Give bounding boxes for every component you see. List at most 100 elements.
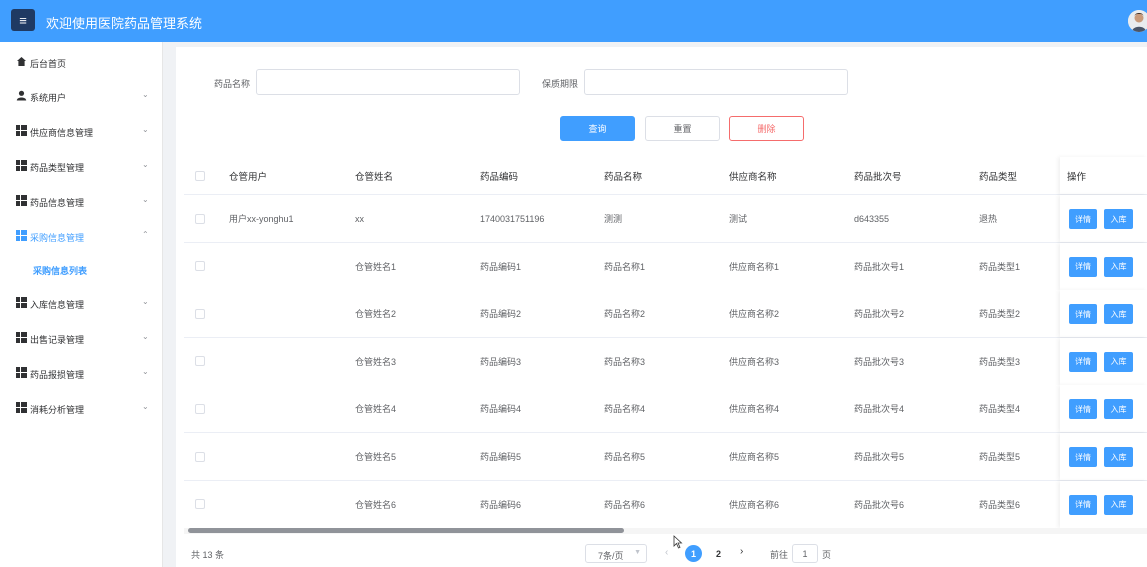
table-row: 仓管姓名1 药品编码1 药品名称1 供应商名称1 药品批次号1 药品类型1 详情 入库	[184, 242, 1147, 291]
chevron-down-icon: ⌄	[142, 195, 149, 204]
table-row: 仓管姓名5 药品编码5 药品名称5 供应商名称5 药品批次号5 药品类型5 详情 入库	[184, 433, 1147, 481]
sidebar-item-label: 药品报损管理	[30, 370, 85, 380]
stock-in-button[interactable]: 入库	[1104, 209, 1133, 229]
page-size-value: 7条/页	[598, 551, 624, 561]
row-checkbox[interactable]	[195, 499, 205, 510]
op-cell: 详情 入库	[1060, 195, 1147, 242]
detail-button[interactable]: 详情	[1069, 304, 1097, 325]
expiry-input[interactable]	[584, 69, 848, 95]
select-all-checkbox[interactable]	[195, 170, 205, 181]
table-cell: 药品名称1	[604, 261, 646, 272]
chevron-down-icon: ▼	[634, 549, 641, 556]
stock-in-button[interactable]: 入库	[1104, 494, 1133, 515]
sidebar-item-label: 消耗分析管理	[30, 405, 85, 415]
op-cell: 详情 入库	[1060, 242, 1147, 290]
table-cell: 1740031751196	[480, 213, 545, 224]
table-cell: 用户xx-yonghu1	[229, 214, 294, 224]
goto-label: 前往	[770, 550, 789, 560]
chevron-down-icon: ⌄	[142, 367, 149, 376]
table-cell: 供应商名称5	[729, 452, 780, 462]
op-cell: 详情 入库	[1060, 480, 1147, 528]
stock-in-button[interactable]: 入库	[1104, 351, 1133, 372]
sidebar-item-4[interactable]: 药品信息管理 ⌄	[0, 184, 162, 218]
table-cell: 药品类型2	[979, 309, 1021, 320]
table-cell: 仓管姓名2	[355, 309, 397, 320]
column-header: 仓管姓名	[355, 171, 394, 183]
stock-in-button[interactable]: 入库	[1104, 256, 1133, 277]
sidebar-item-2[interactable]: 供应商信息管理 ⌄	[0, 114, 162, 148]
table-row: 仓管姓名6 药品编码6 药品名称6 供应商名称6 药品批次号6 药品类型6 详情 入库	[184, 480, 1147, 529]
row-checkbox[interactable]	[195, 451, 205, 462]
sidebar-item-8[interactable]: 药品报损管理 ⌄	[0, 356, 162, 390]
sidebar-subitem-purchase-list[interactable]: 采购信息列表	[0, 254, 162, 284]
table-cell: xx	[355, 213, 364, 224]
sidebar-item-6[interactable]: 入库信息管理 ⌄	[0, 286, 162, 320]
table-cell: 仓管姓名5	[355, 452, 397, 462]
goto-page-input[interactable]: 1	[792, 544, 818, 563]
table-cell: 仓管姓名1	[355, 261, 397, 272]
detail-button[interactable]: 详情	[1069, 209, 1097, 229]
row-checkbox[interactable]	[195, 308, 205, 319]
detail-button[interactable]: 详情	[1069, 447, 1097, 467]
page-size-select[interactable]: 7条/页 ▼	[585, 544, 647, 563]
query-button[interactable]: 查询	[560, 116, 635, 141]
sidebar-item-label: 入库信息管理	[30, 300, 85, 310]
user-icon	[16, 90, 27, 101]
sidebar-item-3[interactable]: 药品类型管理 ⌄	[0, 149, 162, 183]
drug-name-label: 药品名称	[214, 79, 251, 89]
sidebar-item-label: 系统用户	[30, 93, 67, 103]
stock-in-button[interactable]: 入库	[1104, 399, 1133, 420]
row-checkbox[interactable]	[195, 403, 205, 414]
table-cell: 药品批次号6	[854, 499, 905, 510]
page-1-button[interactable]: 1	[685, 545, 702, 562]
app-title: 欢迎使用医院药品管理系统	[46, 16, 203, 31]
chevron-down-icon: ⌄	[142, 332, 149, 341]
sidebar-item-label: 供应商信息管理	[30, 128, 94, 138]
sidebar-item-5[interactable]: 采购信息管理 ⌃	[0, 219, 162, 253]
sidebar-item-0[interactable]: 后台首页	[0, 45, 162, 79]
next-page-button[interactable]: ›	[740, 546, 743, 557]
table-cell: 药品名称5	[604, 452, 646, 462]
op-cell: 详情 入库	[1060, 337, 1147, 385]
detail-button[interactable]: 详情	[1069, 351, 1097, 372]
grid-icon	[16, 230, 27, 241]
table-cell: 药品类型6	[979, 499, 1021, 510]
delete-button[interactable]: 删除	[729, 116, 804, 141]
reset-button[interactable]: 重置	[645, 116, 720, 141]
table-cell: 退热	[979, 214, 998, 224]
pagination-total: 共 13 条	[191, 550, 225, 560]
detail-button[interactable]: 详情	[1069, 494, 1097, 515]
expiry-label: 保质期限	[542, 79, 579, 89]
top-header: ≡ 欢迎使用医院药品管理系统	[0, 0, 1147, 42]
page-2-button[interactable]: 2	[710, 545, 727, 562]
horizontal-scrollbar-thumb[interactable]	[188, 528, 624, 533]
stock-in-button[interactable]: 入库	[1104, 447, 1133, 467]
chevron-up-icon: ⌃	[142, 230, 149, 239]
grid-icon	[16, 367, 27, 378]
menu-toggle-button[interactable]: ≡	[11, 9, 35, 31]
row-checkbox[interactable]	[195, 261, 205, 272]
prev-page-button[interactable]: ‹	[665, 547, 668, 558]
table-cell: 药品编码3	[480, 356, 522, 367]
sidebar-item-1[interactable]: 系统用户 ⌄	[0, 79, 162, 113]
column-header: 仓管用户	[229, 171, 268, 183]
op-cell: 详情 入库	[1060, 385, 1147, 433]
avatar[interactable]	[1128, 10, 1147, 32]
detail-button[interactable]: 详情	[1069, 256, 1097, 277]
row-checkbox[interactable]	[195, 213, 205, 224]
drug-name-input[interactable]	[256, 69, 520, 95]
stock-in-button[interactable]: 入库	[1104, 304, 1133, 325]
chevron-down-icon: ⌄	[142, 90, 149, 99]
row-checkbox[interactable]	[195, 356, 205, 367]
grid-icon	[16, 332, 27, 343]
op-cell: 详情 入库	[1060, 290, 1147, 338]
sidebar-item-7[interactable]: 出售记录管理 ⌄	[0, 321, 162, 355]
sidebar-subitem-label: 采购信息列表	[33, 266, 88, 276]
sidebar-item-9[interactable]: 消耗分析管理 ⌄	[0, 391, 162, 425]
column-header: 药品批次号	[854, 171, 902, 183]
sidebar-item-label: 采购信息管理	[30, 233, 85, 243]
table-cell: 供应商名称2	[729, 309, 780, 320]
table-row: 用户xx-yonghu1 xx 1740031751196 测测 测试 d643355 退热…	[184, 195, 1147, 243]
grid-icon	[16, 297, 27, 308]
detail-button[interactable]: 详情	[1069, 399, 1097, 420]
